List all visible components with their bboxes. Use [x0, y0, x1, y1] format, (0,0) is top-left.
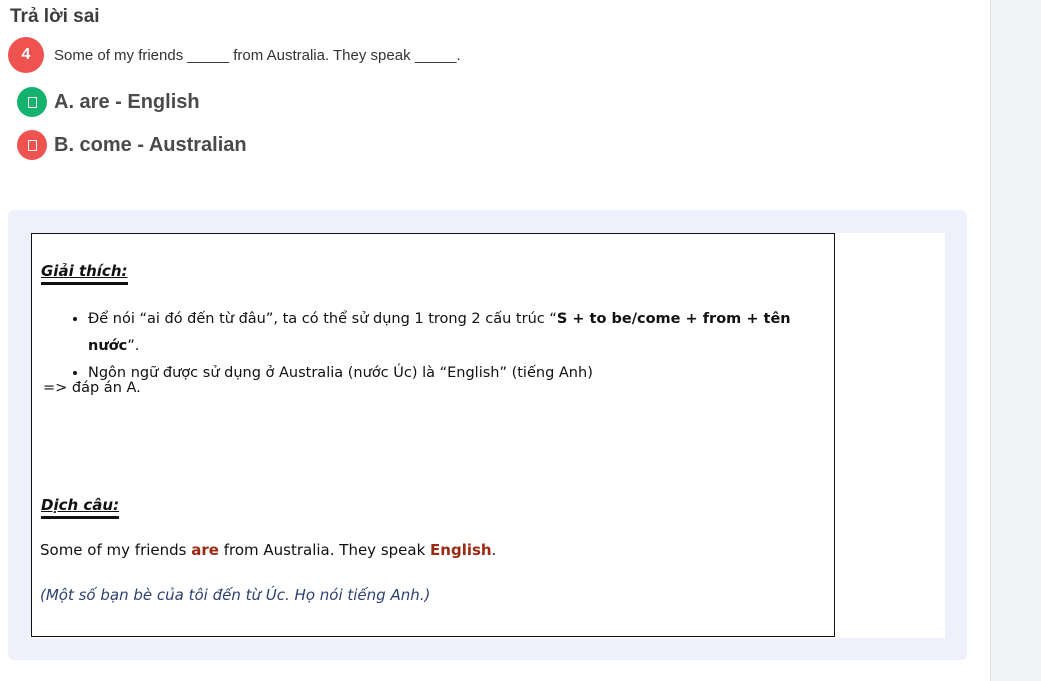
- question-text: Some of my friends _____ from Australia.…: [54, 46, 461, 64]
- bullet-1-text: Để nói “ai đó đến từ đâu”, ta có thể sử …: [88, 311, 557, 327]
- explanation-panel: Giải thích: Để nói “ai đó đến từ đâu”, t…: [8, 210, 967, 660]
- sentence-part-2: from Australia. They speak: [218, 541, 431, 559]
- option-b[interactable]: B. come - Australian: [17, 130, 247, 160]
- answer-line: => đáp án A.: [43, 380, 141, 396]
- explanation-content-area: Giải thích: Để nói “ai đó đến từ đâu”, t…: [31, 233, 945, 638]
- explanation-bullet-1: Để nói “ai đó đến từ đâu”, ta có thể sử …: [88, 306, 834, 360]
- highlight-word-are: are: [191, 541, 219, 559]
- option-a-label: A. are - English: [54, 90, 200, 113]
- translation-sentence: Some of my friends are from Australia. T…: [40, 541, 496, 559]
- highlight-word-english: English: [430, 541, 492, 559]
- explanation-bullets: Để nói “ai đó đến từ đâu”, ta có thể sử …: [68, 306, 834, 387]
- translation-heading: Dịch câu:: [41, 496, 120, 519]
- correct-check-icon: [17, 87, 47, 117]
- result-status-title: Trả lời sai: [10, 6, 100, 27]
- option-b-label: B. come - Australian: [54, 133, 247, 156]
- question-row: 4 Some of my friends _____ from Australi…: [8, 37, 461, 73]
- sentence-part-3: .: [491, 541, 497, 559]
- explanation-box: Giải thích: Để nói “ai đó đến từ đâu”, t…: [31, 233, 835, 637]
- option-a[interactable]: A. are - English: [17, 87, 200, 117]
- explanation-bullet-2: Ngôn ngữ được sử dụng ở Australia (nước …: [88, 360, 834, 387]
- bullet-1-suffix: ”.: [127, 338, 140, 354]
- vietnamese-translation: (Một số bạn bè của tôi đến từ Úc. Họ nói…: [40, 586, 431, 604]
- explanation-heading: Giải thích:: [41, 262, 128, 285]
- question-number-badge: 4: [8, 37, 44, 73]
- wrong-cross-icon: [17, 130, 47, 160]
- sentence-part-1: Some of my friends: [40, 541, 192, 559]
- right-sidebar-gutter: [990, 0, 1041, 681]
